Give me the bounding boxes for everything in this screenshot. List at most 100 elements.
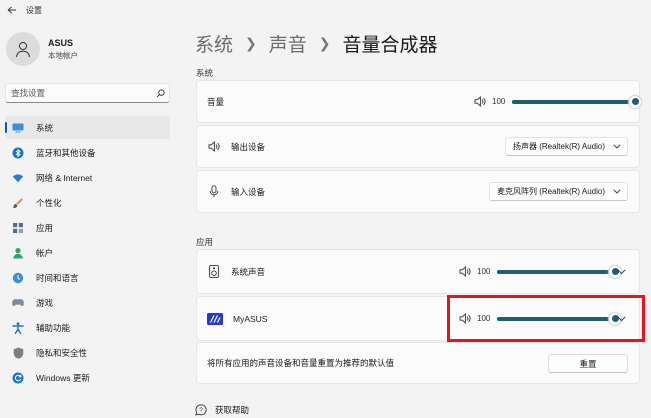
- monitor-icon: [12, 122, 24, 134]
- section-label-apps: 应用: [196, 237, 214, 247]
- user-profile[interactable]: ASUS 本地帐户: [6, 32, 78, 66]
- breadcrumb: 系统 ❯ 声音 ❯ 音量合成器: [195, 30, 438, 57]
- sidebar-item-label: 辅助功能: [36, 322, 71, 333]
- search-icon[interactable]: [151, 88, 169, 98]
- back-button[interactable]: [2, 0, 22, 20]
- wifi-icon: [12, 172, 24, 184]
- sidebar: ASUS 本地帐户 系统 蓝牙和其他设备 网络 & Internet 个性化 应…: [0, 20, 180, 418]
- page-title: 音量合成器: [342, 35, 438, 56]
- input-device-card: 输入设备 麦克风阵列 (Realtek(R) Audio): [196, 170, 640, 213]
- sidebar-item-label: 隐私和安全性: [36, 347, 88, 358]
- speaker-device-icon: [207, 265, 221, 279]
- output-device-dropdown[interactable]: 扬声器 (Realtek(R) Audio): [504, 137, 628, 156]
- account-type: 本地帐户: [48, 50, 78, 60]
- microphone-icon: [207, 185, 221, 199]
- sidebar-item-label: 应用: [36, 222, 54, 233]
- volume-value: 100: [477, 267, 491, 276]
- bluetooth-icon: [12, 147, 24, 159]
- breadcrumb-chevron-icon: ❯: [245, 35, 257, 51]
- app-row-myasus[interactable]: MyASUS 100: [196, 296, 640, 341]
- master-volume-slider[interactable]: [512, 95, 641, 108]
- slider-fill: [497, 269, 615, 274]
- input-device-dropdown[interactable]: 麦克风阵列 (Realtek(R) Audio): [488, 182, 628, 201]
- myasus-logo-icon: [207, 312, 223, 325]
- section-label-system: 系统: [196, 68, 214, 78]
- user-name: ASUS: [48, 37, 74, 48]
- app-row-system-sounds[interactable]: 系统声音 100: [196, 249, 640, 294]
- avatar: [6, 32, 40, 66]
- reset-button[interactable]: 重置: [548, 354, 628, 373]
- help-chat-icon: ?: [195, 404, 207, 416]
- app-name: 系统声音: [231, 266, 266, 277]
- window-title: 设置: [26, 5, 42, 15]
- gamepad-icon: [12, 297, 24, 309]
- sidebar-item-gaming[interactable]: 游戏: [5, 291, 170, 314]
- sidebar-item-label: 系统: [36, 122, 54, 133]
- sidebar-item-system[interactable]: 系统: [5, 116, 170, 139]
- app-volume-slider-group: 100: [458, 312, 621, 325]
- breadcrumb-sound[interactable]: 声音: [269, 30, 307, 57]
- person-icon: [15, 41, 31, 58]
- sidebar-item-label: 网络 & Internet: [36, 172, 93, 183]
- input-device-label: 输入设备: [231, 186, 266, 197]
- get-help-link[interactable]: ? 获取帮助: [195, 404, 249, 416]
- chevron-down-icon: [613, 144, 621, 149]
- back-arrow-icon: [7, 6, 16, 14]
- get-help-label: 获取帮助: [215, 405, 250, 415]
- sidebar-item-windows-update[interactable]: Windows 更新: [5, 366, 170, 389]
- sidebar-item-label: Windows 更新: [36, 372, 90, 383]
- accessibility-icon: [12, 321, 24, 334]
- search-box[interactable]: [5, 83, 170, 103]
- speaker-volume-icon[interactable]: [473, 96, 487, 108]
- app-volume-slider[interactable]: [497, 312, 621, 325]
- sidebar-item-label: 游戏: [36, 297, 54, 308]
- person-icon: [12, 247, 24, 259]
- sidebar-item-label: 帐户: [36, 247, 54, 258]
- app-name: MyASUS: [233, 313, 268, 324]
- slider-fill: [512, 99, 635, 104]
- sidebar-item-bluetooth[interactable]: 蓝牙和其他设备: [5, 141, 170, 164]
- output-device-label: 输出设备: [231, 141, 266, 152]
- app-volume-slider[interactable]: [497, 265, 621, 278]
- slider-thumb[interactable]: [629, 95, 641, 108]
- sidebar-item-label: 时间和语言: [36, 272, 79, 283]
- sidebar-item-label: 蓝牙和其他设备: [36, 147, 96, 158]
- speaker-icon: [207, 140, 221, 154]
- sidebar-item-privacy-security[interactable]: 隐私和安全性: [5, 341, 170, 364]
- output-device-selected: 扬声器 (Realtek(R) Audio): [512, 142, 605, 151]
- chevron-down-icon[interactable]: [615, 313, 627, 325]
- apps-icon: [12, 222, 24, 234]
- svg-text:?: ?: [199, 407, 203, 414]
- output-device-card: 输出设备 扬声器 (Realtek(R) Audio): [196, 125, 640, 168]
- speaker-volume-icon[interactable]: [458, 266, 472, 278]
- speaker-volume-icon[interactable]: [458, 313, 472, 325]
- sidebar-item-network[interactable]: 网络 & Internet: [5, 166, 170, 189]
- chevron-down-icon[interactable]: [615, 266, 627, 278]
- nav-list: 系统 蓝牙和其他设备 网络 & Internet 个性化 应用 帐户 时间和语言: [5, 116, 170, 391]
- title-bar: 设置: [0, 0, 651, 20]
- sidebar-item-accounts[interactable]: 帐户: [5, 241, 170, 264]
- main-content: 系统 ❯ 声音 ❯ 音量合成器 系统 音量 100 输出设备 扬声器 (Real…: [180, 20, 651, 418]
- sidebar-item-accessibility[interactable]: 辅助功能: [5, 316, 170, 339]
- sidebar-item-personalization[interactable]: 个性化: [5, 191, 170, 214]
- slider-fill: [497, 316, 615, 321]
- globe-clock-icon: [12, 272, 24, 284]
- brush-icon: [12, 197, 24, 209]
- volume-value: 100: [492, 97, 506, 106]
- chevron-down-icon: [613, 189, 621, 194]
- sidebar-item-apps[interactable]: 应用: [5, 216, 170, 239]
- master-volume-slider-group: 100: [473, 95, 641, 108]
- reset-card: 将所有应用的声音设备和音量重置为推荐的默认值 重置: [196, 342, 640, 384]
- sidebar-item-label: 个性化: [36, 197, 62, 208]
- update-icon: [12, 372, 24, 384]
- search-input[interactable]: [6, 88, 151, 98]
- breadcrumb-system[interactable]: 系统: [195, 30, 233, 57]
- sidebar-item-time-language[interactable]: 时间和语言: [5, 266, 170, 289]
- breadcrumb-chevron-icon: ❯: [318, 35, 331, 51]
- shield-icon: [12, 347, 24, 359]
- volume-label: 音量: [207, 96, 225, 107]
- volume-value: 100: [477, 314, 491, 323]
- reset-description: 将所有应用的声音设备和音量重置为推荐的默认值: [207, 358, 395, 368]
- app-volume-slider-group: 100: [458, 265, 621, 278]
- input-device-selected: 麦克风阵列 (Realtek(R) Audio): [496, 187, 605, 196]
